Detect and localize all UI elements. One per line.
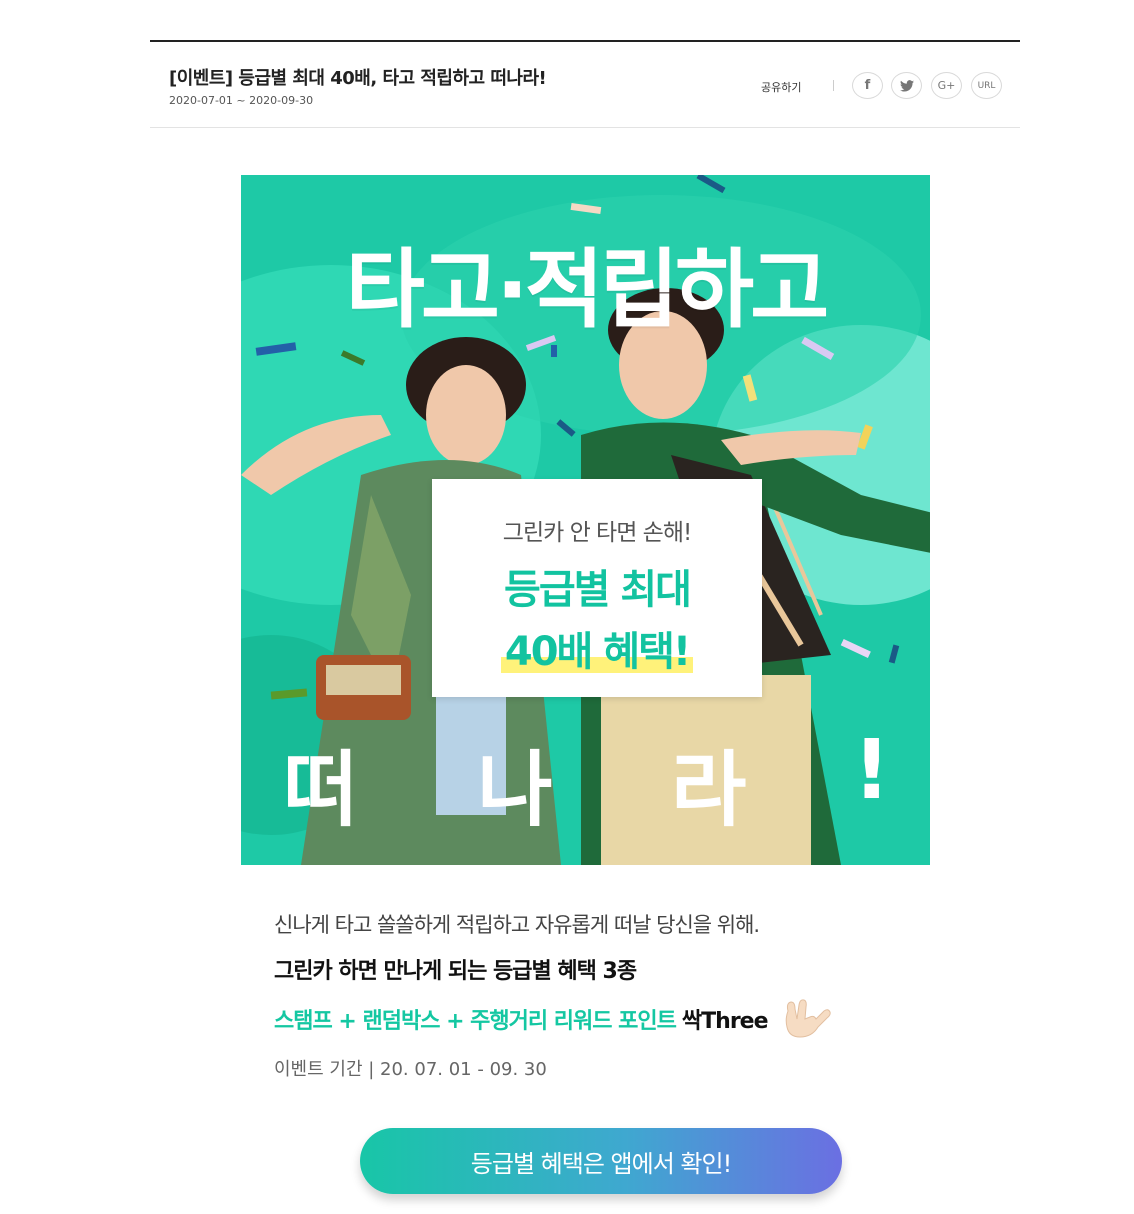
banner-bottom-char: ! xyxy=(853,723,891,818)
twitter-icon xyxy=(899,79,914,92)
benefit-list: 스탬프 + 랜덤박스 + 주행거리 리워드 포인트 xyxy=(274,1009,677,1034)
event-date: 2020-07-01 ~ 2020-09-30 xyxy=(169,94,314,107)
check-benefits-in-app-button[interactable]: 등급별 혜택은 앱에서 확인! xyxy=(360,1128,842,1194)
cta-label: 등급별 혜택은 앱에서 확인! xyxy=(470,1149,732,1178)
event-title: [이벤트] 등급별 최대 40배, 타고 적립하고 떠나라! xyxy=(169,68,547,89)
description-line-1: 신나게 타고 쏠쏠하게 적립하고 자유롭게 떠날 당신을 위해. xyxy=(274,913,760,937)
banner-headline: 타고·적립하고 xyxy=(345,240,829,340)
google-plus-icon: G+ xyxy=(937,79,956,92)
link-icon: URL xyxy=(977,80,996,91)
share-divider xyxy=(833,80,834,91)
card-line-1: 그린카 안 타면 손해! xyxy=(502,520,692,546)
event-banner-image: 타고·적립하고 떠 나 라 ! 그린카 안 타면 손해! 등급별 최대 40배 … xyxy=(241,175,930,865)
share-label: 공유하기 xyxy=(761,81,802,94)
card-line-3-text: 40배 혜택! xyxy=(504,629,691,675)
google-plus-share-button[interactable]: G+ xyxy=(931,72,962,99)
banner-card: 그린카 안 타면 손해! 등급별 최대 40배 혜택! xyxy=(432,479,762,697)
event-period: 이벤트 기간 | 20. 07. 01 - 09. 30 xyxy=(274,1059,547,1080)
url-share-button[interactable]: URL xyxy=(971,72,1002,99)
banner-bottom-char: 나 xyxy=(477,743,553,838)
description-line-3: 스탬프 + 랜덤박스 + 주행거리 리워드 포인트 싹Three xyxy=(274,997,974,1041)
card-line-2: 등급별 최대 xyxy=(504,567,692,613)
benefit-tagline: 싹Three xyxy=(681,1009,769,1034)
card-line-3: 40배 혜택! xyxy=(500,619,694,677)
description-line-2: 그린카 하면 만나게 되는 등급별 혜택 3종 xyxy=(274,959,637,984)
banner-bottom-char: 떠 xyxy=(283,743,359,838)
twitter-share-button[interactable] xyxy=(891,72,922,99)
rock-hand-icon xyxy=(785,999,831,1038)
facebook-share-button[interactable]: f xyxy=(852,72,883,99)
event-header-section: [이벤트] 등급별 최대 40배, 타고 적립하고 떠나라! 2020-07-0… xyxy=(150,40,1020,128)
event-header: [이벤트] 등급별 최대 40배, 타고 적립하고 떠나라! 2020-07-0… xyxy=(150,42,1020,128)
banner-bottom-char: 라 xyxy=(671,743,747,838)
facebook-icon: f xyxy=(864,78,871,93)
event-description: 신나게 타고 쏠쏠하게 적립하고 자유롭게 떠날 당신을 위해. 그린카 하면 … xyxy=(274,909,974,1081)
